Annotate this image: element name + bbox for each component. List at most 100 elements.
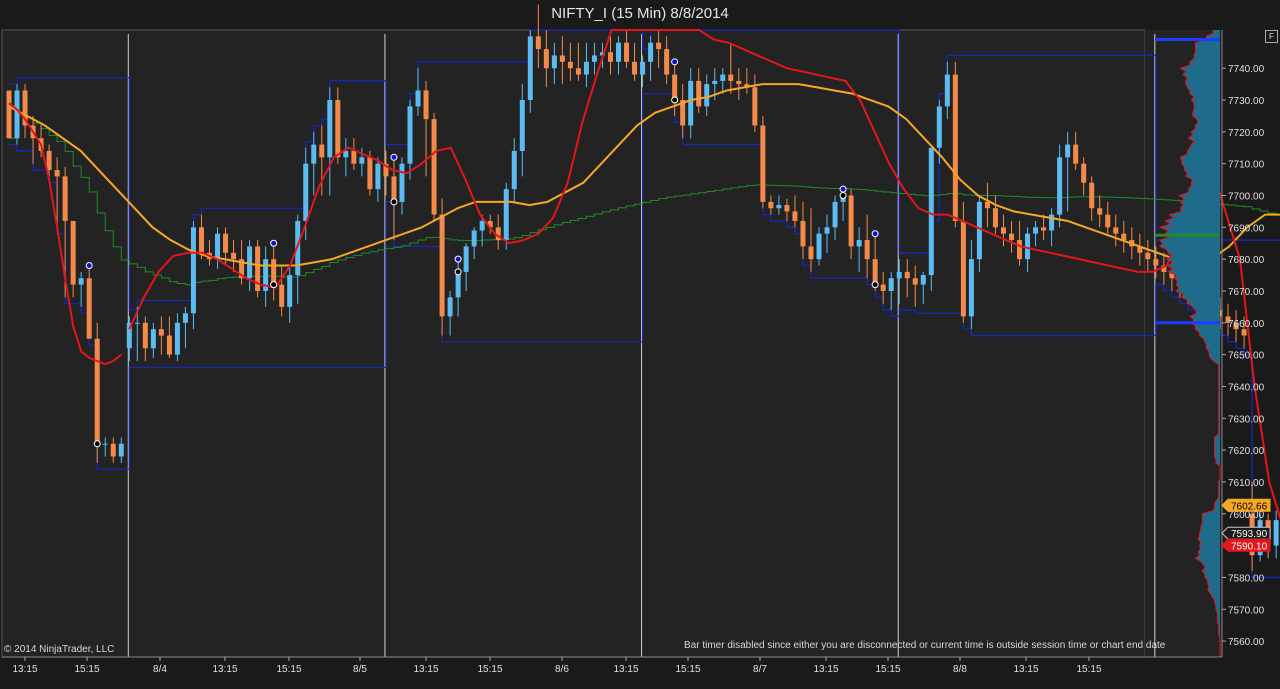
candle-body bbox=[960, 220, 966, 317]
candle-body bbox=[1081, 163, 1087, 183]
candle-body bbox=[559, 55, 565, 62]
candle-body bbox=[471, 230, 477, 247]
candle-body bbox=[1153, 259, 1159, 266]
candle-body bbox=[1089, 182, 1095, 209]
candle-body bbox=[888, 278, 894, 291]
x-tick-label: 13:15 bbox=[413, 664, 438, 675]
signal-dot bbox=[871, 230, 879, 238]
y-tick-label: 7740.00 bbox=[1228, 64, 1265, 75]
candle-body bbox=[134, 322, 140, 324]
candle-body bbox=[62, 176, 68, 221]
bar-timer-message: Bar timer disabled since either you are … bbox=[684, 640, 1166, 651]
f-button[interactable]: F bbox=[1265, 30, 1278, 43]
candle-body bbox=[375, 163, 381, 190]
candle-body bbox=[423, 90, 429, 120]
candle-body bbox=[1025, 233, 1031, 260]
candle-body bbox=[503, 189, 509, 241]
candle-body bbox=[182, 313, 188, 323]
candle-body bbox=[174, 322, 180, 355]
candle-body bbox=[728, 74, 734, 81]
candle-body bbox=[968, 259, 974, 317]
candle-body bbox=[190, 227, 196, 314]
candle-body bbox=[319, 144, 325, 158]
signal-dot bbox=[270, 281, 278, 289]
candle-body bbox=[54, 170, 60, 177]
x-tick-label: 13:15 bbox=[212, 664, 237, 675]
candle-body bbox=[6, 90, 12, 139]
candle-body bbox=[664, 49, 670, 75]
candle-body bbox=[198, 227, 204, 253]
candle-body bbox=[696, 80, 702, 107]
candle-body bbox=[1105, 214, 1111, 228]
y-tick-label: 7560.00 bbox=[1228, 637, 1265, 648]
copyright-text: © 2014 NinjaTrader, LLC bbox=[4, 644, 115, 655]
candle-body bbox=[672, 74, 678, 101]
y-tick-label: 7690.00 bbox=[1228, 223, 1265, 234]
candle-body bbox=[1017, 240, 1023, 260]
chart-window: NIFTY_I (15 Min) 8/8/2014 7740.00 7730.00… bbox=[0, 0, 1280, 689]
candle-body bbox=[904, 271, 910, 279]
candle-body bbox=[896, 271, 902, 279]
candle-body bbox=[856, 240, 862, 247]
candle-body bbox=[880, 284, 886, 291]
signal-dot bbox=[671, 58, 679, 66]
candle-body bbox=[792, 211, 798, 221]
candle-body bbox=[1145, 252, 1151, 260]
signal-dot bbox=[454, 255, 462, 263]
candle-body bbox=[519, 100, 525, 151]
candle-body bbox=[391, 176, 397, 202]
candle-body bbox=[920, 275, 926, 285]
candle-body bbox=[736, 80, 742, 85]
x-tick-label: 8/6 bbox=[555, 664, 569, 675]
signal-dot bbox=[671, 96, 679, 104]
candle-body bbox=[1073, 144, 1079, 164]
candle-body bbox=[367, 157, 373, 190]
candle-body bbox=[543, 49, 549, 69]
candle-body bbox=[1273, 520, 1279, 546]
candle-body bbox=[46, 150, 52, 171]
candle-body bbox=[752, 87, 758, 126]
y-tick-label: 7680.00 bbox=[1228, 255, 1265, 266]
y-tick-label: 7710.00 bbox=[1228, 160, 1265, 171]
candle-body bbox=[535, 36, 541, 50]
signal-dot bbox=[390, 153, 398, 161]
x-tick-label: 8/7 bbox=[753, 664, 767, 675]
signal-dot bbox=[871, 281, 879, 289]
candle-body bbox=[551, 55, 557, 69]
price-chart[interactable]: 7740.00 7730.00 7720.00 7710.00 7700.00 7690.… bbox=[0, 0, 1280, 689]
candle-body bbox=[912, 278, 918, 285]
candle-body bbox=[656, 42, 662, 50]
candle-body bbox=[407, 106, 413, 164]
candle-body bbox=[351, 150, 357, 164]
candle-body bbox=[279, 284, 285, 307]
y-tick-label: 7730.00 bbox=[1228, 96, 1265, 107]
x-tick-label: 15:15 bbox=[74, 664, 99, 675]
candle-body bbox=[800, 220, 806, 247]
candle-body bbox=[784, 205, 790, 212]
candle-body bbox=[704, 84, 710, 107]
candle-body bbox=[150, 329, 156, 349]
price-label: 7593.90 bbox=[1231, 529, 1268, 540]
price-label: 7602.66 bbox=[1231, 501, 1268, 512]
candle-body bbox=[720, 74, 726, 81]
candle-body bbox=[447, 297, 453, 317]
y-tick-label: 7660.00 bbox=[1228, 319, 1265, 330]
candle-body bbox=[1033, 227, 1039, 234]
candle-body bbox=[1000, 227, 1006, 234]
signal-dot bbox=[839, 185, 847, 193]
x-tick-label: 15:15 bbox=[276, 664, 301, 675]
candle-body bbox=[479, 220, 485, 231]
candle-body bbox=[527, 36, 533, 101]
x-tick-label: 13:15 bbox=[813, 664, 838, 675]
candle-body bbox=[102, 443, 108, 445]
candle-body bbox=[1113, 227, 1119, 234]
candle-body bbox=[359, 157, 365, 164]
candle-body bbox=[776, 205, 782, 209]
x-tick-label: 15:15 bbox=[675, 664, 700, 675]
candle-body bbox=[110, 443, 116, 457]
candle-body bbox=[848, 195, 854, 247]
candle-body bbox=[343, 150, 349, 158]
candle-body bbox=[78, 278, 84, 285]
candle-body bbox=[158, 329, 164, 336]
candle-body bbox=[415, 90, 421, 107]
